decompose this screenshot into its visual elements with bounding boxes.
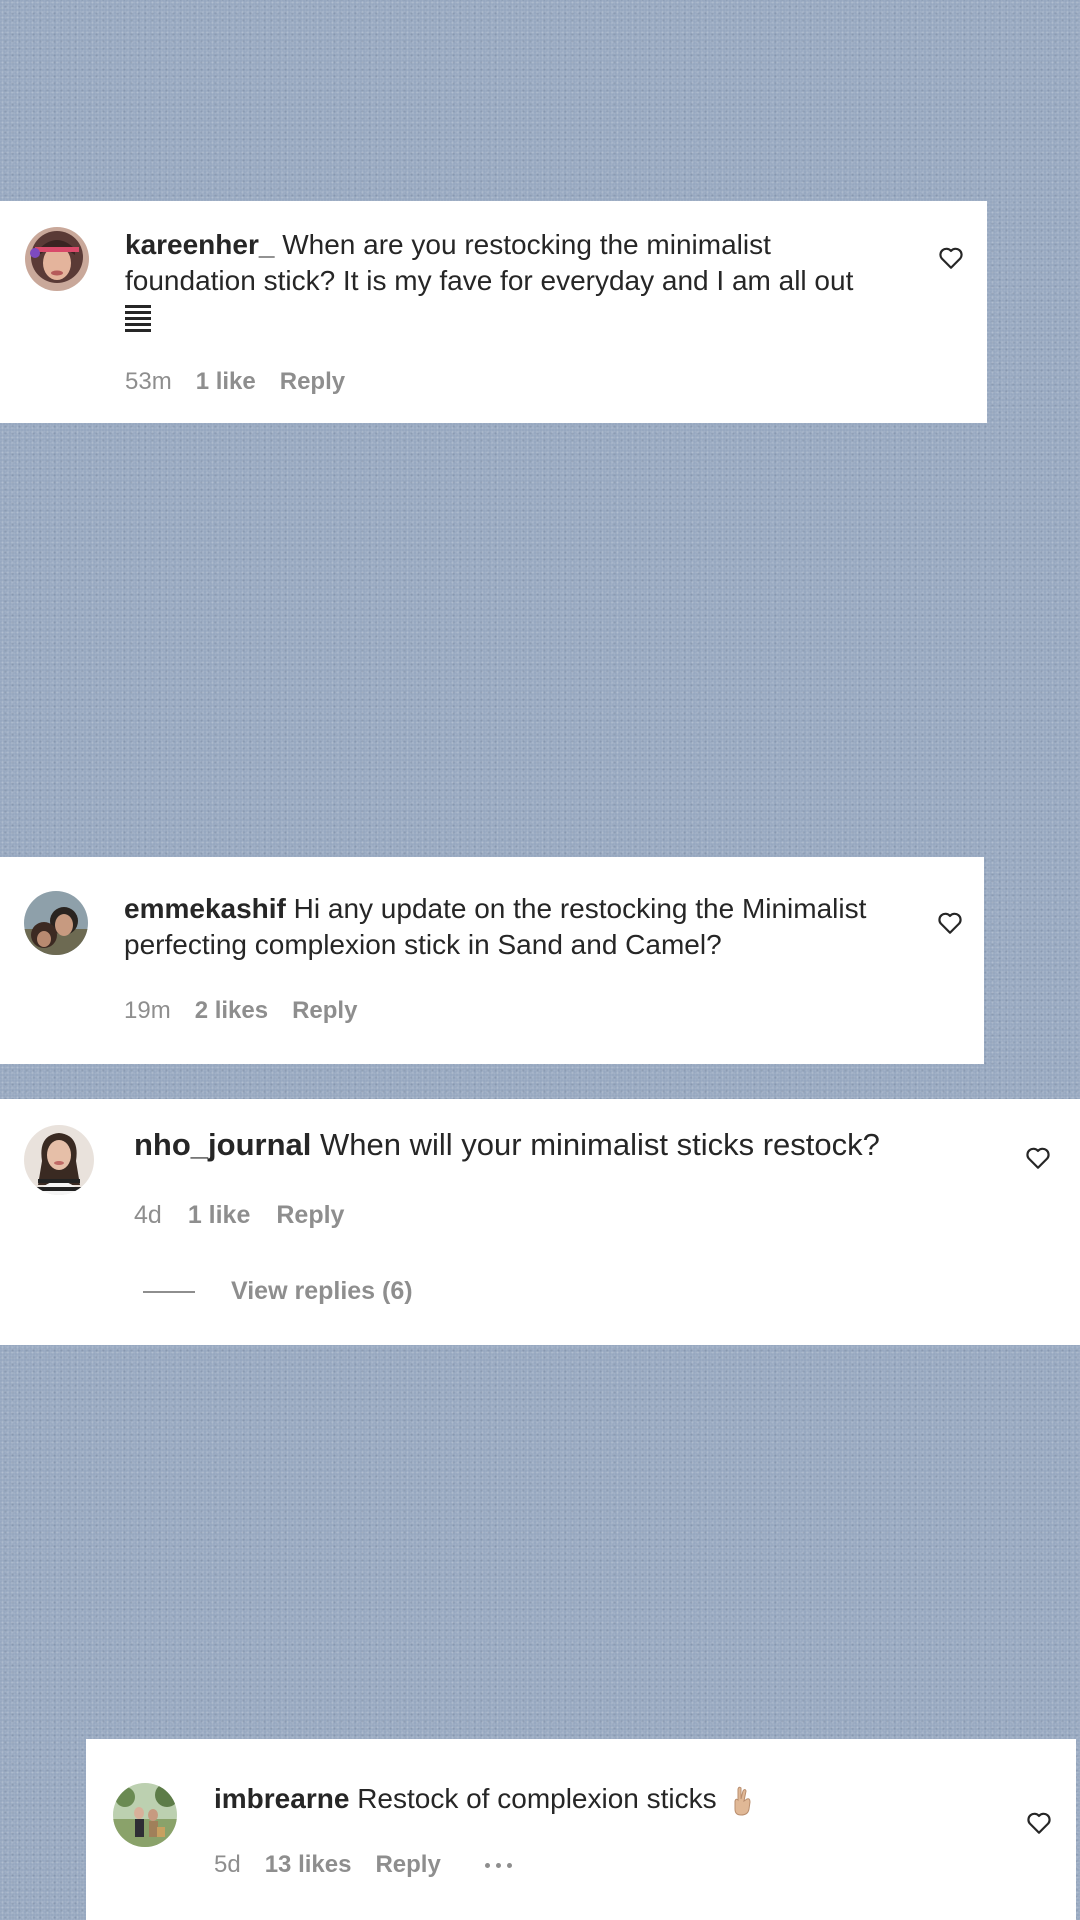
likes-count[interactable]: 1 like	[188, 1200, 251, 1230]
timestamp: 5d	[214, 1851, 241, 1878]
reply-button[interactable]: Reply	[292, 996, 357, 1026]
reply-button[interactable]: Reply	[276, 1200, 344, 1230]
avatar[interactable]	[25, 227, 89, 291]
comment-body: When will your minimalist sticks restock…	[320, 1127, 880, 1162]
crossed-fingers-icon	[730, 1785, 754, 1817]
comment-body: Restock of complexion sticks	[357, 1783, 717, 1814]
timestamp: 53m	[125, 368, 172, 395]
username[interactable]: imbrearne	[214, 1783, 349, 1814]
likes-count[interactable]: 1 like	[196, 367, 256, 397]
divider-line	[143, 1290, 195, 1293]
likes-count[interactable]: 2 likes	[195, 996, 268, 1026]
view-replies-button[interactable]: View replies (6)	[143, 1277, 413, 1306]
comment-card: emmekashif Hi any update on the restocki…	[0, 857, 984, 1064]
timestamp: 4d	[134, 1201, 162, 1229]
comment-text: emmekashif Hi any update on the restocki…	[124, 891, 914, 963]
comment-meta: 53m 1 like Reply	[125, 367, 345, 397]
heart-icon[interactable]	[1025, 1146, 1051, 1170]
reply-button[interactable]: Reply	[280, 367, 345, 397]
comment-text: nho_journal When will your minimalist st…	[134, 1125, 1014, 1165]
view-replies-label[interactable]: View replies (6)	[231, 1277, 413, 1306]
comment-text: imbrearne Restock of complexion sticks	[214, 1781, 994, 1817]
comment-card: nho_journal When will your minimalist st…	[0, 1099, 1080, 1345]
avatar[interactable]	[24, 891, 88, 955]
comment-meta: 4d 1 like Reply	[134, 1200, 344, 1230]
avatar[interactable]	[113, 1783, 177, 1847]
username[interactable]: emmekashif	[124, 893, 286, 924]
comment-card: imbrearne Restock of complexion sticks 5…	[86, 1739, 1076, 1920]
comment-meta: 19m 2 likes Reply	[124, 996, 357, 1026]
comment-meta: 5d 13 likes Reply	[214, 1850, 512, 1880]
heart-icon[interactable]	[938, 246, 964, 270]
username[interactable]: nho_journal	[134, 1127, 311, 1162]
heart-icon[interactable]	[1026, 1811, 1052, 1835]
comment-card: kareenher_ When are you restocking the m…	[0, 201, 987, 423]
heart-icon[interactable]	[937, 911, 963, 935]
avatar[interactable]	[24, 1125, 94, 1195]
bars-icon	[125, 303, 151, 335]
username[interactable]: kareenher_	[125, 229, 274, 260]
likes-count[interactable]: 13 likes	[265, 1850, 352, 1880]
more-options-icon[interactable]	[484, 1850, 512, 1880]
reply-button[interactable]: Reply	[375, 1850, 440, 1880]
timestamp: 19m	[124, 997, 171, 1024]
comment-text: kareenher_ When are you restocking the m…	[125, 227, 905, 335]
